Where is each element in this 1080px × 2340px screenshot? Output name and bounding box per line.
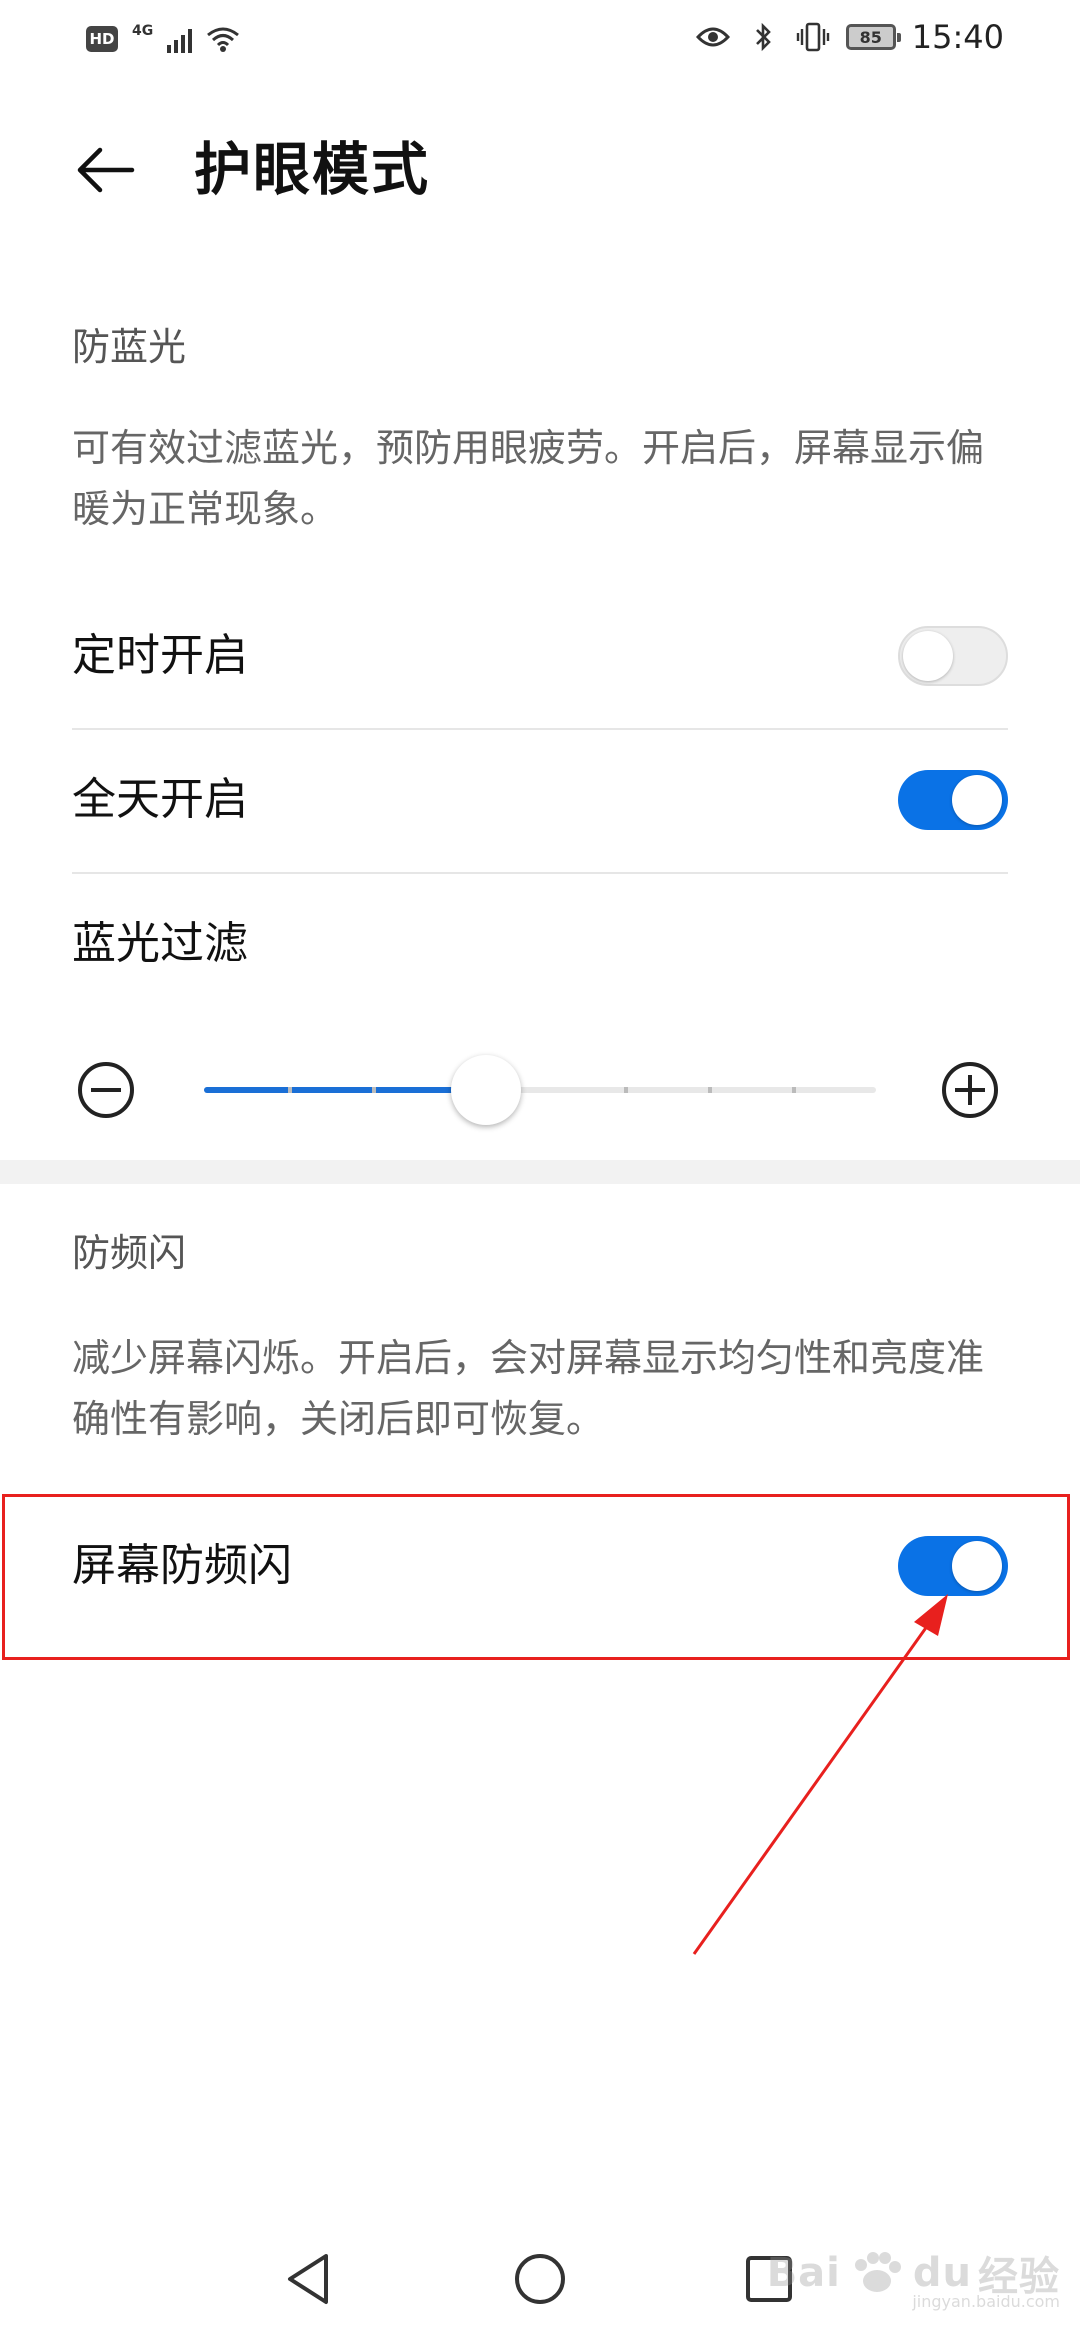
back-button[interactable] — [68, 132, 144, 208]
status-time: 15:40 — [911, 18, 1004, 56]
circle-home-icon — [515, 2254, 565, 2304]
all-day-row[interactable]: 全天开启 — [72, 728, 1008, 872]
blue-light-filter-row: 蓝光过滤 — [72, 872, 1008, 1016]
flicker-section-title: 防频闪 — [72, 1231, 187, 1275]
slider-track[interactable] — [204, 1055, 876, 1125]
slider-tick — [372, 1087, 376, 1093]
bluetooth-icon — [746, 20, 780, 54]
back-arrow-icon — [77, 147, 135, 193]
watermark-brand: Bai — [766, 2250, 841, 2296]
nav-back-button[interactable] — [276, 2246, 342, 2312]
baidu-paw-icon — [854, 2252, 901, 2292]
blue-light-section-title: 防蓝光 — [72, 325, 187, 369]
minus-icon — [91, 1088, 121, 1092]
navigation-bar: Bai du 经验 jingyan.baidu.com — [0, 2220, 1080, 2340]
blue-light-filter-slider[interactable] — [72, 1040, 1008, 1140]
slider-tick — [288, 1087, 292, 1093]
slider-thumb[interactable] — [451, 1055, 522, 1125]
hd-icon: HD — [86, 26, 118, 52]
annotation-highlight-box — [2, 1494, 1070, 1660]
blue-light-description: 可有效过滤蓝光，预防用眼疲劳。开启后，屏幕显示偏暖为正常现象。 — [72, 426, 985, 531]
network-type: 4G — [132, 23, 154, 39]
toggle-knob — [952, 775, 1002, 825]
watermark-url: jingyan.baidu.com — [912, 2292, 1060, 2311]
page-title: 护眼模式 — [194, 137, 430, 203]
baidu-jingyan-watermark: Bai du 经验 jingyan.baidu.com — [766, 2244, 1060, 2311]
vibrate-icon — [796, 20, 830, 54]
watermark-brand-2: du — [912, 2250, 972, 2296]
scheduled-toggle[interactable] — [898, 626, 1008, 686]
battery-icon: 85 — [845, 24, 901, 50]
slider-tick — [792, 1087, 796, 1093]
slider-fill — [204, 1087, 487, 1093]
nav-home-button[interactable] — [507, 2246, 573, 2312]
increase-button[interactable] — [942, 1062, 998, 1118]
decrease-button[interactable] — [78, 1062, 134, 1118]
all-day-toggle[interactable] — [898, 770, 1008, 830]
slider-tick — [624, 1087, 628, 1093]
all-day-label: 全天开启 — [72, 774, 248, 825]
flicker-description: 减少屏幕闪烁。开启后，会对屏幕显示均匀性和亮度准确性有影响，关闭后即可恢复。 — [72, 1336, 985, 1441]
signal-icon — [167, 25, 193, 53]
battery-level: 85 — [859, 27, 882, 47]
wifi-icon — [206, 22, 240, 56]
app-header: 护眼模式 — [0, 110, 1080, 230]
triangle-back-icon — [288, 2254, 328, 2304]
slider-tick — [708, 1087, 712, 1093]
section-divider — [0, 1160, 1080, 1184]
eye-comfort-icon — [695, 20, 730, 54]
scheduled-label: 定时开启 — [72, 630, 248, 681]
toggle-knob — [903, 631, 953, 681]
blue-light-filter-label: 蓝光过滤 — [72, 918, 248, 969]
status-bar: HD 4G 85 15:40 — [0, 0, 1080, 80]
scheduled-row[interactable]: 定时开启 — [72, 584, 1008, 728]
